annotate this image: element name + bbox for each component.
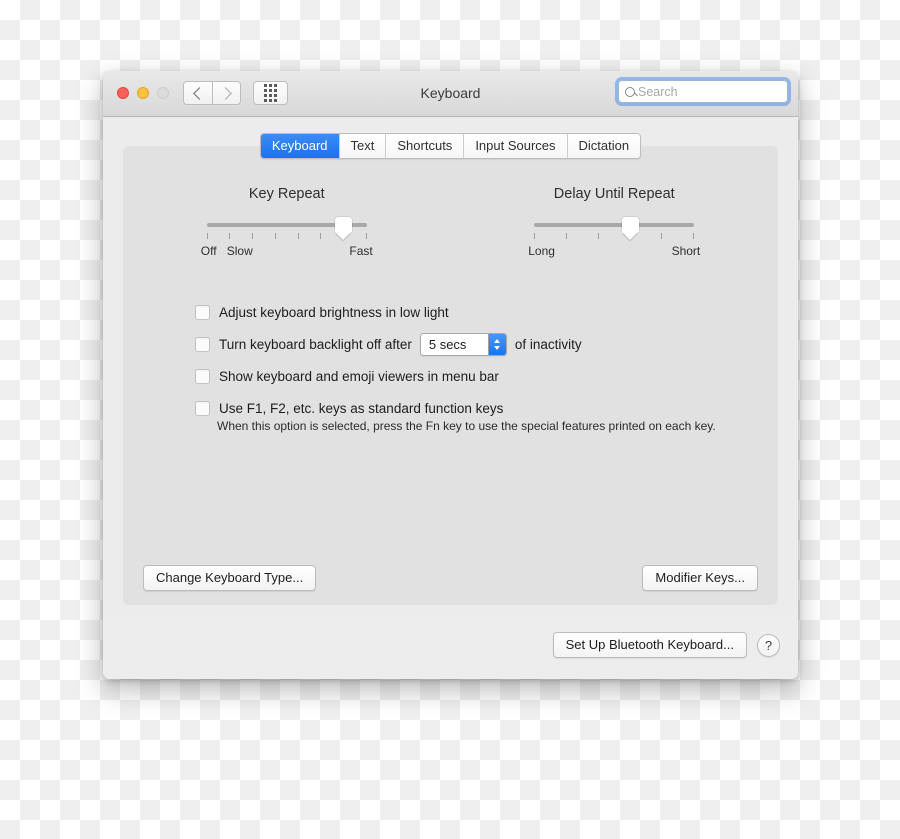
checkbox-show-viewers[interactable]	[195, 368, 210, 384]
slider-group: Key Repeat Off Slow Fast Delay Until Rep…	[123, 186, 778, 261]
checkbox-adjust-brightness[interactable]	[195, 304, 210, 320]
option-backlight-timeout[interactable]: Turn keyboard backlight off after 5 secs…	[195, 332, 748, 356]
option-label-show-viewers: Show keyboard and emoji viewers in menu …	[219, 368, 499, 384]
search-field[interactable]: Search	[618, 80, 788, 103]
delay-until-repeat-slider[interactable]: Long Short	[528, 217, 700, 261]
delay-long-label: Long	[528, 244, 555, 258]
window-titlebar: Keyboard Search	[103, 71, 798, 117]
search-field-focus-ring: Search	[618, 80, 788, 103]
delay-track	[534, 223, 695, 227]
checkbox-function-keys[interactable]	[195, 400, 210, 416]
tab-dictation[interactable]: Dictation	[567, 134, 641, 158]
delay-short-label: Short	[671, 244, 701, 258]
option-label-function-keys: Use F1, F2, etc. keys as standard functi…	[219, 400, 504, 416]
option-function-keys[interactable]: Use F1, F2, etc. keys as standard functi…	[195, 397, 748, 419]
key-repeat-thumb[interactable]	[335, 217, 353, 232]
option-label-of-inactivity: of inactivity	[514, 336, 582, 352]
help-button[interactable]: ?	[757, 633, 780, 657]
search-icon	[625, 86, 635, 97]
set-up-bluetooth-keyboard-button[interactable]: Set Up Bluetooth Keyboard...	[552, 632, 747, 658]
option-label-adjust-brightness: Adjust keyboard brightness in low light	[219, 304, 449, 320]
key-repeat-fast-label: Fast	[349, 244, 373, 258]
checkbox-backlight-timeout[interactable]	[195, 336, 210, 352]
delay-until-repeat-title: Delay Until Repeat	[553, 186, 675, 202]
key-repeat-slider-block: Key Repeat Off Slow Fast	[123, 186, 451, 261]
window-bottom-bar: Set Up Bluetooth Keyboard... ?	[103, 614, 798, 679]
chevron-down-icon[interactable]	[494, 345, 501, 350]
option-show-viewers[interactable]: Show keyboard and emoji viewers in menu …	[195, 365, 748, 387]
keyboard-settings-panel: Key Repeat Off Slow Fast Delay Until Rep…	[123, 146, 778, 605]
key-repeat-slider[interactable]: Off Slow Fast	[201, 217, 373, 261]
keyboard-preferences-window: Keyboard Search Keyboard Text Shortcuts …	[103, 71, 798, 679]
stepper-buttons[interactable]	[487, 333, 506, 355]
option-adjust-brightness[interactable]: Adjust keyboard brightness in low light	[195, 301, 748, 323]
tab-shortcuts[interactable]: Shortcuts	[386, 134, 465, 158]
backlight-timeout-value[interactable]: 5 secs	[420, 333, 488, 355]
key-repeat-title: Key Repeat	[248, 186, 325, 202]
delay-until-repeat-slider-block: Delay Until Repeat Long Short	[451, 186, 779, 261]
chevron-up-icon[interactable]	[494, 338, 501, 343]
backlight-timeout-stepper[interactable]: 5 secs	[419, 332, 507, 356]
tab-input-sources[interactable]: Input Sources	[464, 134, 568, 158]
delay-ticks	[534, 233, 695, 239]
panel-button-row: Change Keyboard Type... Modifier Keys...	[143, 565, 758, 591]
tab-bar: Keyboard Text Shortcuts Input Sources Di…	[103, 133, 798, 159]
modifier-keys-button[interactable]: Modifier Keys...	[642, 565, 758, 591]
function-keys-description: When this option is selected, press the …	[217, 419, 716, 433]
tab-keyboard[interactable]: Keyboard	[260, 134, 340, 158]
key-repeat-off-label: Off	[200, 244, 217, 258]
change-keyboard-type-button[interactable]: Change Keyboard Type...	[143, 565, 317, 591]
options-list: Adjust keyboard brightness in low light …	[195, 301, 748, 433]
option-label-backlight-timeout: Turn keyboard backlight off after	[219, 336, 412, 352]
tab-text[interactable]: Text	[339, 134, 387, 158]
key-repeat-slow-label: Slow	[226, 244, 253, 258]
delay-thumb[interactable]	[621, 217, 639, 232]
search-placeholder: Search	[638, 84, 678, 99]
